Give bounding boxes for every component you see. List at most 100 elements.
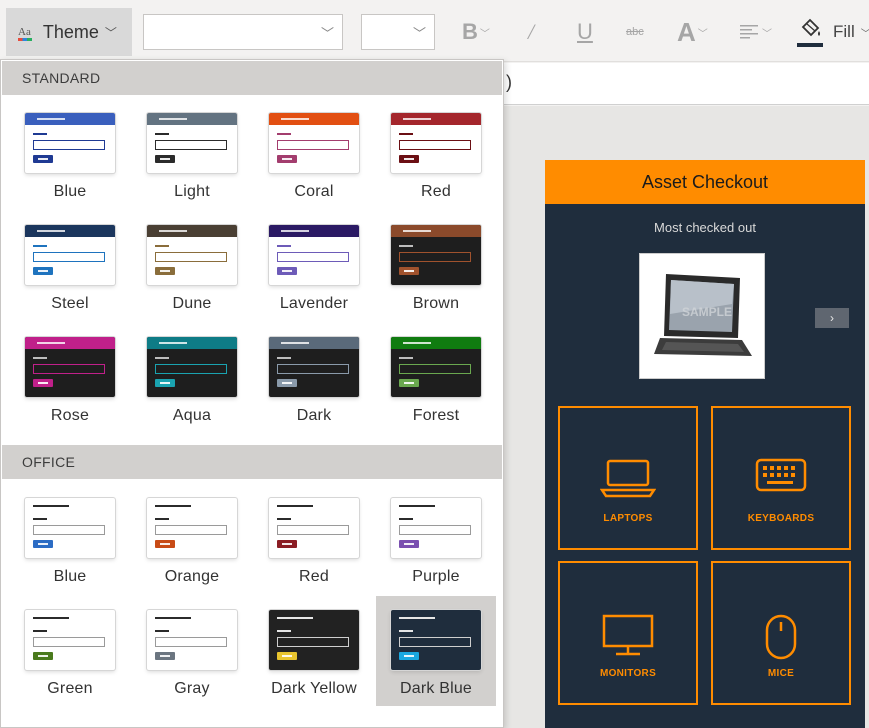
theme-name: Blue	[53, 183, 87, 200]
theme-name: Aqua	[172, 407, 212, 424]
theme-thumbnail	[25, 337, 115, 397]
theme-option[interactable]: Purple	[376, 484, 496, 594]
theme-thumbnail	[25, 498, 115, 558]
next-button[interactable]: ›	[815, 308, 849, 328]
theme-name: Blue	[53, 568, 87, 585]
theme-option[interactable]: Coral	[254, 99, 374, 209]
font-family-select[interactable]: ﹀	[143, 14, 343, 50]
theme-name: Orange	[164, 568, 220, 585]
ribbon-toolbar: Aa Theme ﹀ ﹀ ﹀ B ﹀ / U abc A ﹀ ﹀ Fill	[0, 0, 869, 62]
laptop-icon	[600, 459, 656, 498]
laptop-photo: SAMPLE	[640, 254, 764, 378]
font-color-button[interactable]: A ﹀	[677, 14, 708, 50]
bold-icon: B	[462, 19, 478, 44]
theme-thumbnail	[147, 498, 237, 558]
category-laptops[interactable]: LAPTOPS	[558, 406, 698, 550]
theme-option[interactable]: Dune	[132, 211, 252, 321]
theme-option[interactable]: Rose	[10, 323, 130, 433]
theme-name: Steel	[51, 295, 89, 312]
bold-button[interactable]: B ﹀	[462, 14, 490, 50]
theme-name: Forest	[412, 407, 460, 424]
theme-option[interactable]: Dark	[254, 323, 374, 433]
section-title: STANDARD	[22, 70, 101, 86]
theme-thumbnail	[269, 225, 359, 285]
theme-name: Light	[174, 183, 210, 200]
font-size-select[interactable]: ﹀	[361, 14, 435, 50]
category-label: KEYBOARDS	[747, 513, 815, 524]
theme-thumbnail	[391, 225, 481, 285]
theme-option[interactable]: Brown	[376, 211, 496, 321]
theme-thumbnail	[269, 610, 359, 670]
chevron-down-icon: ﹀	[320, 26, 334, 41]
theme-option[interactable]: Red	[254, 484, 374, 594]
category-monitors[interactable]: MONITORS	[558, 561, 698, 705]
italic-icon: /	[528, 19, 535, 44]
theme-option[interactable]: Gray	[132, 596, 252, 706]
theme-option[interactable]: Aqua	[132, 323, 252, 433]
category-label: LAPTOPS	[603, 513, 653, 524]
theme-thumbnail	[25, 113, 115, 173]
section-header-standard: STANDARD	[2, 61, 502, 95]
theme-name: Dark Yellow	[271, 680, 357, 697]
theme-thumbnail	[269, 113, 359, 173]
chevron-right-icon: ›	[830, 311, 834, 325]
font-color-icon: A	[677, 16, 696, 47]
mouse-icon	[765, 614, 797, 660]
chevron-down-icon: ﹀	[762, 28, 772, 40]
theme-name: Lavender	[279, 295, 349, 312]
theme-option[interactable]: Steel	[10, 211, 130, 321]
italic-button[interactable]: /	[528, 14, 534, 50]
theme-option[interactable]: Blue	[10, 484, 130, 594]
theme-thumbnail	[391, 113, 481, 173]
theme-option[interactable]: Dark Yellow	[254, 596, 374, 706]
underline-button[interactable]: U	[577, 14, 593, 50]
monitor-icon	[602, 614, 654, 656]
theme-option[interactable]: Orange	[132, 484, 252, 594]
theme-thumbnail	[147, 225, 237, 285]
theme-name: Dark	[296, 407, 332, 424]
theme-button[interactable]: Aa Theme ﹀	[6, 8, 132, 56]
theme-icon: Aa	[18, 26, 32, 41]
fill-bucket-icon	[797, 17, 823, 47]
product-image[interactable]: SAMPLE	[639, 253, 765, 379]
fill-button[interactable]: Fill ﹀	[797, 14, 869, 50]
category-keyboards[interactable]: KEYBOARDS	[711, 406, 851, 550]
theme-thumbnail	[269, 498, 359, 558]
formula-bar[interactable]: )	[504, 63, 869, 105]
category-label: MICE	[767, 668, 795, 679]
theme-option[interactable]: Red	[376, 99, 496, 209]
theme-option[interactable]: Blue	[10, 99, 130, 209]
theme-option[interactable]: Light	[132, 99, 252, 209]
theme-option[interactable]: Forest	[376, 323, 496, 433]
theme-dropdown: STANDARD Blue Light Coral Red Steel Dune Laven…	[0, 59, 504, 728]
strikethrough-button[interactable]: abc	[626, 14, 644, 50]
app-screen: Asset Checkout Most checked out SAMPLE ›…	[545, 160, 865, 728]
chevron-down-icon: ﹀	[479, 28, 490, 40]
category-label: MONITORS	[599, 668, 657, 679]
theme-name: Purple	[412, 568, 460, 585]
theme-name: Gray	[174, 680, 210, 697]
section-title: OFFICE	[22, 454, 76, 470]
theme-name: Green	[47, 680, 93, 697]
theme-name: Red	[299, 568, 329, 585]
section-header-office: OFFICE	[2, 445, 502, 479]
app-title: Asset Checkout	[641, 171, 769, 192]
category-mice[interactable]: MICE	[711, 561, 851, 705]
theme-name: Coral	[294, 183, 334, 200]
theme-option[interactable]: Green	[10, 596, 130, 706]
theme-name: Dune	[172, 295, 212, 312]
theme-name: Red	[421, 183, 451, 200]
theme-option[interactable]: Lavender	[254, 211, 374, 321]
theme-option[interactable]: Dark Blue	[376, 596, 496, 706]
align-icon	[740, 25, 758, 39]
theme-button-label: Theme	[42, 21, 99, 42]
fill-label: Fill	[833, 22, 855, 41]
align-button[interactable]: ﹀	[740, 14, 772, 50]
theme-thumbnail	[269, 337, 359, 397]
underline-icon: U	[577, 19, 593, 44]
theme-thumbnail	[147, 113, 237, 173]
theme-thumbnail	[25, 610, 115, 670]
theme-thumbnail	[391, 337, 481, 397]
chevron-down-icon: ﹀	[861, 25, 869, 40]
chevron-down-icon: ﹀	[412, 26, 426, 41]
